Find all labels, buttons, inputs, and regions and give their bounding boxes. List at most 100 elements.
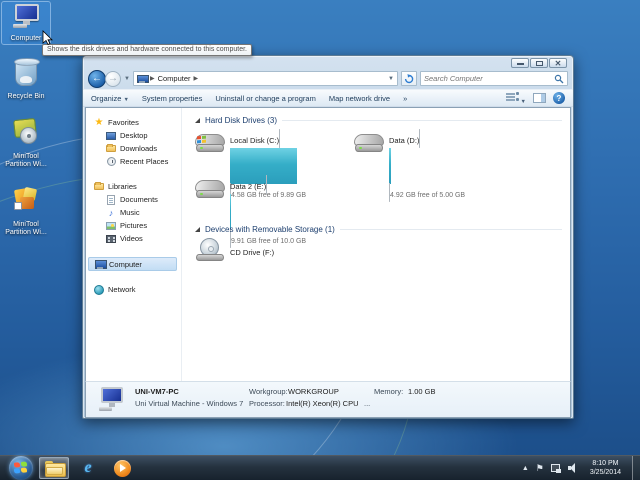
computer-name: UNI-VM7-PC — [135, 387, 179, 396]
computer-icon — [95, 259, 107, 269]
section-header-removable[interactable]: Devices with Removable Storage (1) — [195, 225, 562, 234]
collapse-triangle-icon[interactable] — [195, 227, 200, 232]
minimize-button[interactable] — [511, 58, 529, 68]
drive-name: Local Disk (C:) — [230, 136, 280, 145]
breadcrumb-arrow-icon[interactable]: ▶ — [150, 75, 155, 82]
sidebar-item-desktop[interactable]: Desktop — [86, 129, 181, 142]
map-network-drive-button[interactable]: Map network drive — [329, 94, 390, 103]
breadcrumb-arrow-icon[interactable]: ▶ — [194, 75, 199, 82]
network-tray-icon[interactable] — [550, 463, 561, 473]
memory-value: 1.00 GB — [408, 387, 436, 396]
network-icon — [94, 284, 104, 295]
sidebar-item-label: Recent Places — [120, 157, 169, 166]
sidebar-item-label: Desktop — [120, 131, 148, 140]
caption-buttons: ✕ — [510, 58, 567, 68]
sidebar-group-libraries[interactable]: Libraries — [86, 180, 181, 193]
sidebar-item-pictures[interactable]: Pictures — [86, 219, 181, 232]
taskbar: e ▲ ⚑ 8:10 PM 3/25/2014 — [0, 455, 640, 480]
show-desktop-button[interactable] — [632, 455, 640, 480]
drive-free-space: 4.92 GB free of 5.00 GB — [390, 192, 466, 199]
system-properties-button[interactable]: System properties — [142, 94, 202, 103]
drive-tile-d[interactable]: Data (D:) 4.92 GB free of 5.00 GB — [354, 129, 513, 202]
cd-drive-icon — [195, 238, 225, 262]
refresh-button[interactable] — [401, 71, 417, 86]
desktop-icon — [106, 131, 116, 141]
search-box[interactable] — [420, 71, 568, 86]
address-bar[interactable]: ▶ Computer ▶ ▼ — [132, 71, 398, 86]
nav-history-dropdown-icon[interactable]: ▼ — [124, 76, 130, 82]
show-hidden-icons-button[interactable]: ▲ — [522, 465, 529, 472]
drive-name: Data 2 (E:) — [230, 182, 267, 191]
desktop-icon-minitool-2[interactable]: MiniTool Partition Wi... — [2, 184, 50, 238]
tooltip: Shows the disk drives and hardware conne… — [42, 44, 252, 56]
folder-icon — [44, 461, 66, 477]
drive-tile-e[interactable]: Data 2 (E:) 9.91 GB free of 10.0 GB — [195, 175, 354, 248]
taskbar-explorer-button[interactable] — [39, 457, 69, 479]
hard-drive-icon — [195, 178, 225, 199]
close-button[interactable]: ✕ — [549, 58, 567, 68]
taskbar-clock[interactable]: 8:10 PM 3/25/2014 — [590, 459, 621, 477]
sidebar-group-label: Libraries — [108, 182, 137, 191]
desktop-icon-minitool-1[interactable]: MiniTool Partition Wi... — [2, 116, 50, 170]
forward-button[interactable]: → — [105, 70, 121, 87]
removable-tiles: CD Drive (F:) — [195, 238, 562, 271]
section-header-hard-disks[interactable]: Hard Disk Drives (3) — [195, 116, 562, 125]
details-pane: UNI-VM7-PC Uni Virtual Machine - Windows… — [85, 381, 571, 418]
breadcrumb[interactable]: Computer — [158, 74, 191, 83]
help-button[interactable]: ? — [553, 92, 565, 104]
search-icon[interactable] — [554, 74, 564, 84]
preview-pane-button[interactable] — [533, 93, 546, 103]
sidebar-item-computer[interactable]: Computer — [88, 257, 177, 271]
file-list-area: Hard Disk Drives (3) Local Disk (C:) 4.5… — [182, 108, 570, 381]
collapse-triangle-icon[interactable] — [195, 118, 200, 123]
sidebar-item-documents[interactable]: Documents — [86, 193, 181, 206]
window-body: ★ Favorites Desktop Downloads Recent Pla… — [85, 107, 571, 381]
sidebar-group-favorites[interactable]: ★ Favorites — [86, 116, 181, 129]
pictures-icon — [106, 221, 116, 231]
processor-value: Intel(R) Xeon(R) CPU — [286, 399, 359, 408]
search-input[interactable] — [424, 74, 554, 83]
refresh-icon — [404, 73, 414, 83]
sidebar-item-music[interactable]: ♪ Music — [86, 206, 181, 219]
sidebar-item-videos[interactable]: Videos — [86, 232, 181, 245]
media-player-icon — [113, 459, 131, 477]
address-dropdown-icon[interactable]: ▼ — [388, 76, 394, 82]
maximize-button[interactable] — [530, 58, 548, 68]
toolbar-overflow-chevron[interactable]: » — [403, 94, 407, 103]
section-divider — [339, 229, 562, 230]
star-icon: ★ — [94, 116, 104, 128]
volume-icon[interactable] — [567, 463, 579, 473]
music-note-icon: ♪ — [108, 207, 114, 218]
desktop-icon-label: MiniTool Partition Wi... — [5, 221, 47, 236]
computer-description: Uni Virtual Machine - Windows 7 — [135, 399, 244, 408]
hard-disk-tiles: Local Disk (C:) 4.58 GB free of 9.89 GB … — [195, 129, 562, 248]
drive-tile-cd[interactable]: CD Drive (F:) — [195, 238, 354, 262]
drive-name: Data (D:) — [389, 136, 420, 145]
minitool-cd-icon — [12, 117, 40, 146]
sidebar-item-label: Documents — [120, 195, 158, 204]
sidebar-item-network[interactable]: Network — [86, 283, 181, 296]
action-center-flag-icon[interactable]: ⚑ — [536, 463, 544, 473]
drive-tile-c[interactable]: Local Disk (C:) 4.58 GB free of 9.89 GB — [195, 129, 354, 202]
libraries-folder-icon — [94, 182, 104, 192]
change-view-button[interactable]: ▼ — [505, 91, 526, 105]
processor-label: Processor: — [249, 399, 285, 408]
videos-icon — [106, 234, 116, 244]
memory-label: Memory: — [374, 387, 404, 396]
windows-logo-icon — [14, 461, 27, 474]
workgroup-label: Workgroup: — [249, 387, 288, 396]
window-titlebar[interactable]: ✕ — [83, 56, 573, 68]
workgroup-value: WORKGROUP — [288, 387, 339, 396]
uninstall-program-button[interactable]: Uninstall or change a program — [215, 94, 315, 103]
sidebar-item-recent-places[interactable]: Recent Places — [86, 155, 181, 168]
hard-drive-icon — [195, 132, 225, 153]
explorer-window: ✕ ← → ▼ ▶ Computer ▶ ▼ Organize▼ — [82, 55, 574, 419]
taskbar-ie-button[interactable]: e — [73, 457, 103, 479]
section-title: Hard Disk Drives (3) — [205, 116, 278, 125]
sidebar-item-downloads[interactable]: Downloads — [86, 142, 181, 155]
taskbar-wmp-button[interactable] — [107, 457, 137, 479]
start-button[interactable] — [9, 456, 33, 480]
back-button[interactable]: ← — [88, 69, 106, 88]
desktop-icon-recycle-bin[interactable]: Recycle Bin — [2, 58, 50, 102]
organize-button[interactable]: Organize ▼ — [91, 94, 129, 103]
